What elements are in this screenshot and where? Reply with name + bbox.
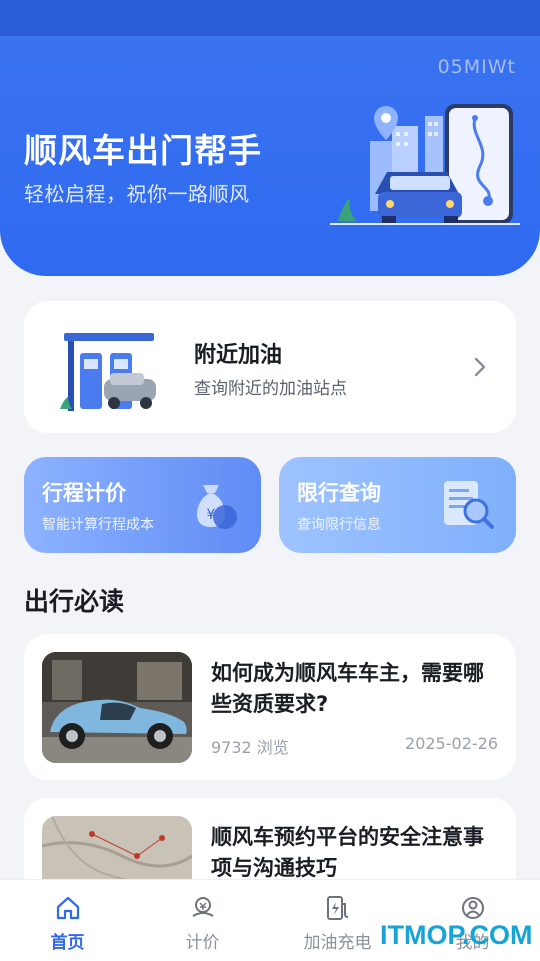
money-bag-icon: ¥ <box>197 485 237 529</box>
svg-text:¥: ¥ <box>207 507 216 523</box>
tab-home[interactable]: 首页 <box>0 880 135 961</box>
hero-subtitle: 轻松启程，祝你一路顺风 <box>24 182 250 206</box>
article-title: 顺风车预约平台的安全注意事项与沟通技巧 <box>211 825 484 880</box>
article-thumbnail-blue-car <box>42 652 192 763</box>
trip-pricing-tile[interactable]: 行程计价 智能计算行程成本 ¥ <box>24 457 261 553</box>
nearby-fuel-subtitle: 查询附近的加油站点 <box>194 379 347 399</box>
nearby-fuel-card[interactable]: 附近加油 查询附近的加油站点 <box>24 301 516 433</box>
restriction-query-title: 限行查询 <box>297 481 381 505</box>
chevron-right-icon <box>474 357 486 377</box>
article-card[interactable]: 如何成为顺风车车主，需要哪些资质要求? 9732 浏览 2025-02-26 <box>24 634 516 780</box>
tab-price[interactable]: 计价 <box>135 880 270 961</box>
car-city-map-illustration <box>330 104 520 225</box>
article-title: 如何成为顺风车车主，需要哪些资质要求? <box>211 661 484 716</box>
article-date: 2025-02-26 <box>405 734 498 753</box>
trip-pricing-title: 行程计价 <box>42 481 126 505</box>
tab-price-label: 计价 <box>185 933 220 953</box>
gas-station-icon <box>60 333 156 411</box>
nearby-fuel-title: 附近加油 <box>194 343 283 368</box>
hero-title: 顺风车出门帮手 <box>24 131 262 170</box>
trip-pricing-subtitle: 智能计算行程成本 <box>42 517 154 533</box>
section-title-travel-guide: 出行必读 <box>24 587 125 616</box>
tab-home-label: 首页 <box>50 933 85 953</box>
price-icon <box>192 897 214 917</box>
profile-icon <box>462 897 484 919</box>
article-view-count: 9732 浏览 <box>211 738 289 757</box>
home-icon <box>56 896 80 920</box>
hero-banner: 05MIWt 顺风车出门帮手 轻松启程，祝你一路顺风 <box>0 36 540 276</box>
restriction-query-subtitle: 查询限行信息 <box>297 517 381 533</box>
restriction-query-tile[interactable]: 限行查询 查询限行信息 <box>279 457 516 553</box>
fuel-charge-icon <box>327 896 349 920</box>
site-watermark-logo: ITMOP.COM <box>380 920 533 950</box>
status-bar <box>0 0 540 36</box>
document-search-icon <box>444 481 494 529</box>
watermark-text: 05MIWt <box>437 56 516 78</box>
